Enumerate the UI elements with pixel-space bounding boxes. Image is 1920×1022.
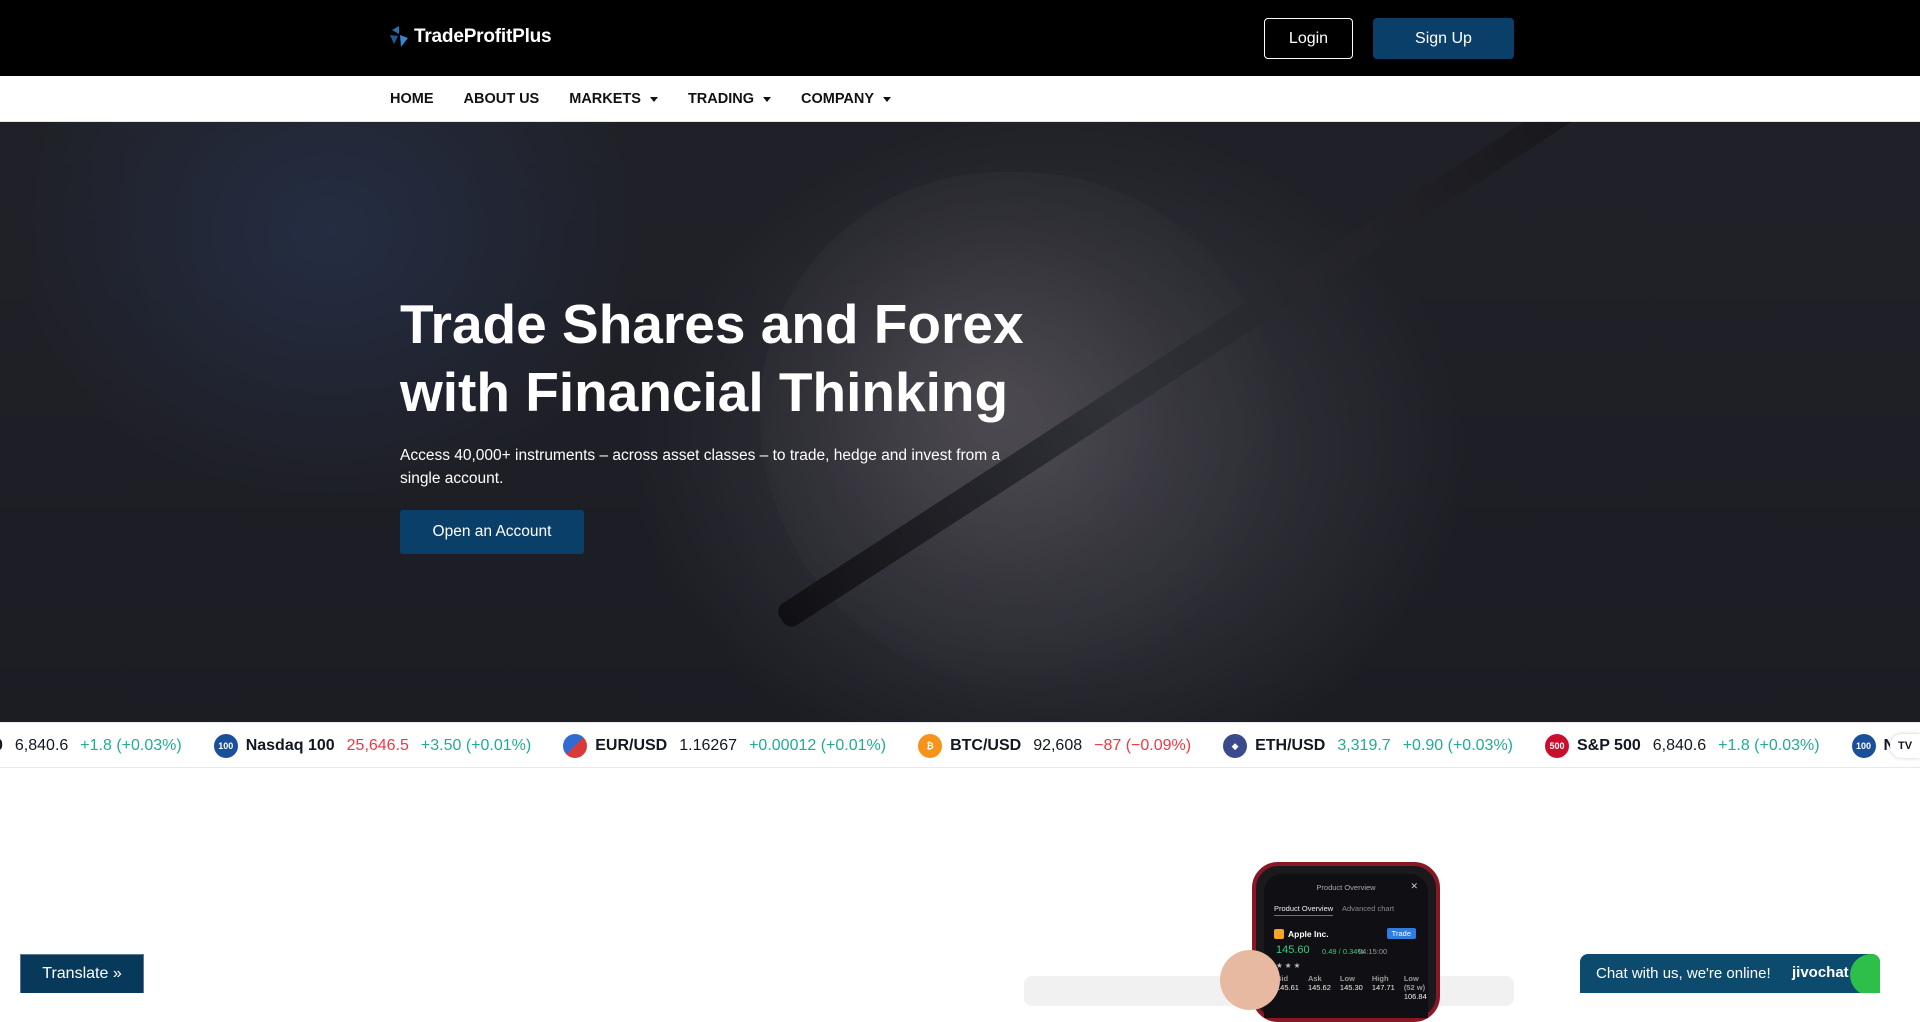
ticker-change: −87 (−0.09%) xyxy=(1094,737,1192,754)
hero-title: Trade Shares and Forex with Financial Th… xyxy=(400,293,1024,423)
ticker-symbol-icon: 500 xyxy=(1545,734,1569,758)
brand-name: TradeProfitPlus xyxy=(414,26,552,47)
nav-item-label: ABOUT US xyxy=(463,91,540,107)
ticker-price: 25,646.5 xyxy=(346,737,409,754)
stat-low: Low 145.30 xyxy=(1339,974,1363,992)
ticker-item[interactable]: ₿ BTC/USD 92,608 −87 (−0.09%) xyxy=(918,734,1191,758)
ticker-symbol-icon: 100 xyxy=(1851,734,1876,758)
ticker-price: 1.16267 xyxy=(679,737,738,754)
nav-item-about-us[interactable]: ABOUT US xyxy=(464,91,540,107)
phone-trade-button: Trade xyxy=(1386,928,1416,939)
tab-product-overview: Product Overview xyxy=(1274,904,1334,916)
ticker-price: 6,840.6 xyxy=(14,737,69,754)
ticker-track: 0 6,840.6 +1.8 (+0.03%) 100 Nasdaq 100 25,646… xyxy=(0,723,1920,767)
ticker-tape: 0 6,840.6 +1.8 (+0.03%) 100 Nasdaq 100 25,646… xyxy=(0,722,1920,768)
main-nav: HOME ABOUT US MARKETS TRADING COMPANY xyxy=(390,76,921,122)
ticker-symbol: EUR/USD xyxy=(595,737,668,754)
ticker-symbol: 0 xyxy=(0,737,3,755)
chat-label: Chat with us, we're online! xyxy=(1596,965,1771,982)
chat-status-icon xyxy=(1850,954,1880,993)
nav-item-home[interactable]: HOME xyxy=(390,91,434,107)
ticker-symbol: Nasdaq 100 xyxy=(245,737,335,754)
ticker-item[interactable]: 500 S&P 500 6,840.6 +1.8 (+0.03%) xyxy=(1545,734,1820,758)
main-nav-bar: HOME ABOUT US MARKETS TRADING COMPANY xyxy=(0,76,1920,122)
phone-screen-title: Product Overview xyxy=(1316,883,1376,892)
stat-ask: Ask 145.62 xyxy=(1307,974,1331,992)
hand-finger xyxy=(1220,950,1280,1010)
ticker-change: +1.8 (+0.03%) xyxy=(80,737,182,754)
ticker-symbol: ETH/USD xyxy=(1255,737,1326,754)
brand-logo[interactable]: TradeProfitPlus xyxy=(390,26,552,48)
signup-button[interactable]: Sign Up xyxy=(1373,18,1514,59)
nav-item-label: TRADING xyxy=(687,91,754,107)
caret-down-icon xyxy=(883,96,892,102)
close-icon: ✕ xyxy=(1410,881,1418,891)
nav-item-label: COMPANY xyxy=(801,91,875,107)
ticker-item[interactable]: 0 6,840.6 +1.8 (+0.03%) xyxy=(0,737,182,755)
ticker-item[interactable]: 100 Nasdaq 100 25,646.5 +3.50 (+0.01%) xyxy=(213,734,532,758)
logo-icon xyxy=(390,26,408,47)
tab-advanced-chart: Advanced chart xyxy=(1342,904,1395,913)
top-bar: TradeProfitPlus Login Sign Up xyxy=(0,0,1920,76)
ticker-item[interactable]: ◆ ETH/USD 3,319.7 +0.90 (+0.03%) xyxy=(1223,734,1513,758)
stock-price: 145.60 xyxy=(1276,944,1310,956)
ticker-symbol: BTC/USD xyxy=(950,737,1022,754)
stock-time: 04:15:00 xyxy=(1358,947,1388,956)
ticker-item[interactable]: EUR/USD 1.16267 +0.00012 (+0.01%) xyxy=(563,734,886,758)
stats-grid: Bid 145.61 Ask 145.62 Low 145.30 High 147.71… xyxy=(1276,974,1428,1001)
tradingview-logo-icon[interactable]: TV xyxy=(1890,734,1920,758)
phone-screen: Product Overview ✕ Product Overview Adva… xyxy=(1264,874,1428,1018)
hero-section: Trade Shares and Forex with Financial Th… xyxy=(0,122,1920,722)
ticker-change: +3.50 (+0.01%) xyxy=(420,737,532,754)
stat-high: High 147.71 xyxy=(1371,974,1395,992)
ticker-change: +1.8 (+0.03%) xyxy=(1718,737,1820,754)
jivochat-logo: jivochat xyxy=(1792,964,1849,981)
nav-item-company[interactable]: COMPANY xyxy=(801,91,892,107)
ticker-symbol-icon xyxy=(563,734,588,758)
ticker-symbol: S&P 500 xyxy=(1577,737,1641,754)
hero-subtitle: Access 40,000+ instruments – across asse… xyxy=(400,447,1001,487)
phone-mockup: Product Overview ✕ Product Overview Adva… xyxy=(1252,862,1440,1022)
open-account-button[interactable]: Open an Account xyxy=(400,510,584,554)
rating-stars: ★ ★ ★ xyxy=(1276,961,1301,970)
nav-item-label: HOME xyxy=(390,91,434,107)
ticker-price: 92,608 xyxy=(1033,737,1083,754)
ticker-symbol-icon: ₿ xyxy=(918,734,943,758)
apple-logo-icon xyxy=(1274,929,1284,939)
caret-down-icon xyxy=(763,96,771,102)
ticker-price: 3,319.7 xyxy=(1337,737,1391,754)
chat-widget[interactable]: Chat with us, we're online! jivochat xyxy=(1580,954,1880,993)
nav-item-label: MARKETS xyxy=(569,91,641,107)
nav-item-markets[interactable]: MARKETS xyxy=(569,91,658,107)
caret-down-icon xyxy=(649,96,658,102)
ticker-symbol-icon: ◆ xyxy=(1223,734,1248,758)
login-button[interactable]: Login xyxy=(1264,18,1353,59)
translate-button[interactable]: Translate » xyxy=(20,954,144,993)
stat-low-52w: Low (52 w) 106.84 xyxy=(1403,974,1427,1001)
nav-item-trading[interactable]: TRADING xyxy=(688,91,771,107)
company-name: Apple Inc. xyxy=(1288,929,1329,939)
ticker-symbol-icon: 100 xyxy=(213,734,238,758)
ticker-price: 6,840.6 xyxy=(1652,737,1707,754)
ticker-change: +0.00012 (+0.01%) xyxy=(749,737,887,754)
ticker-change: +0.90 (+0.03%) xyxy=(1402,737,1513,754)
